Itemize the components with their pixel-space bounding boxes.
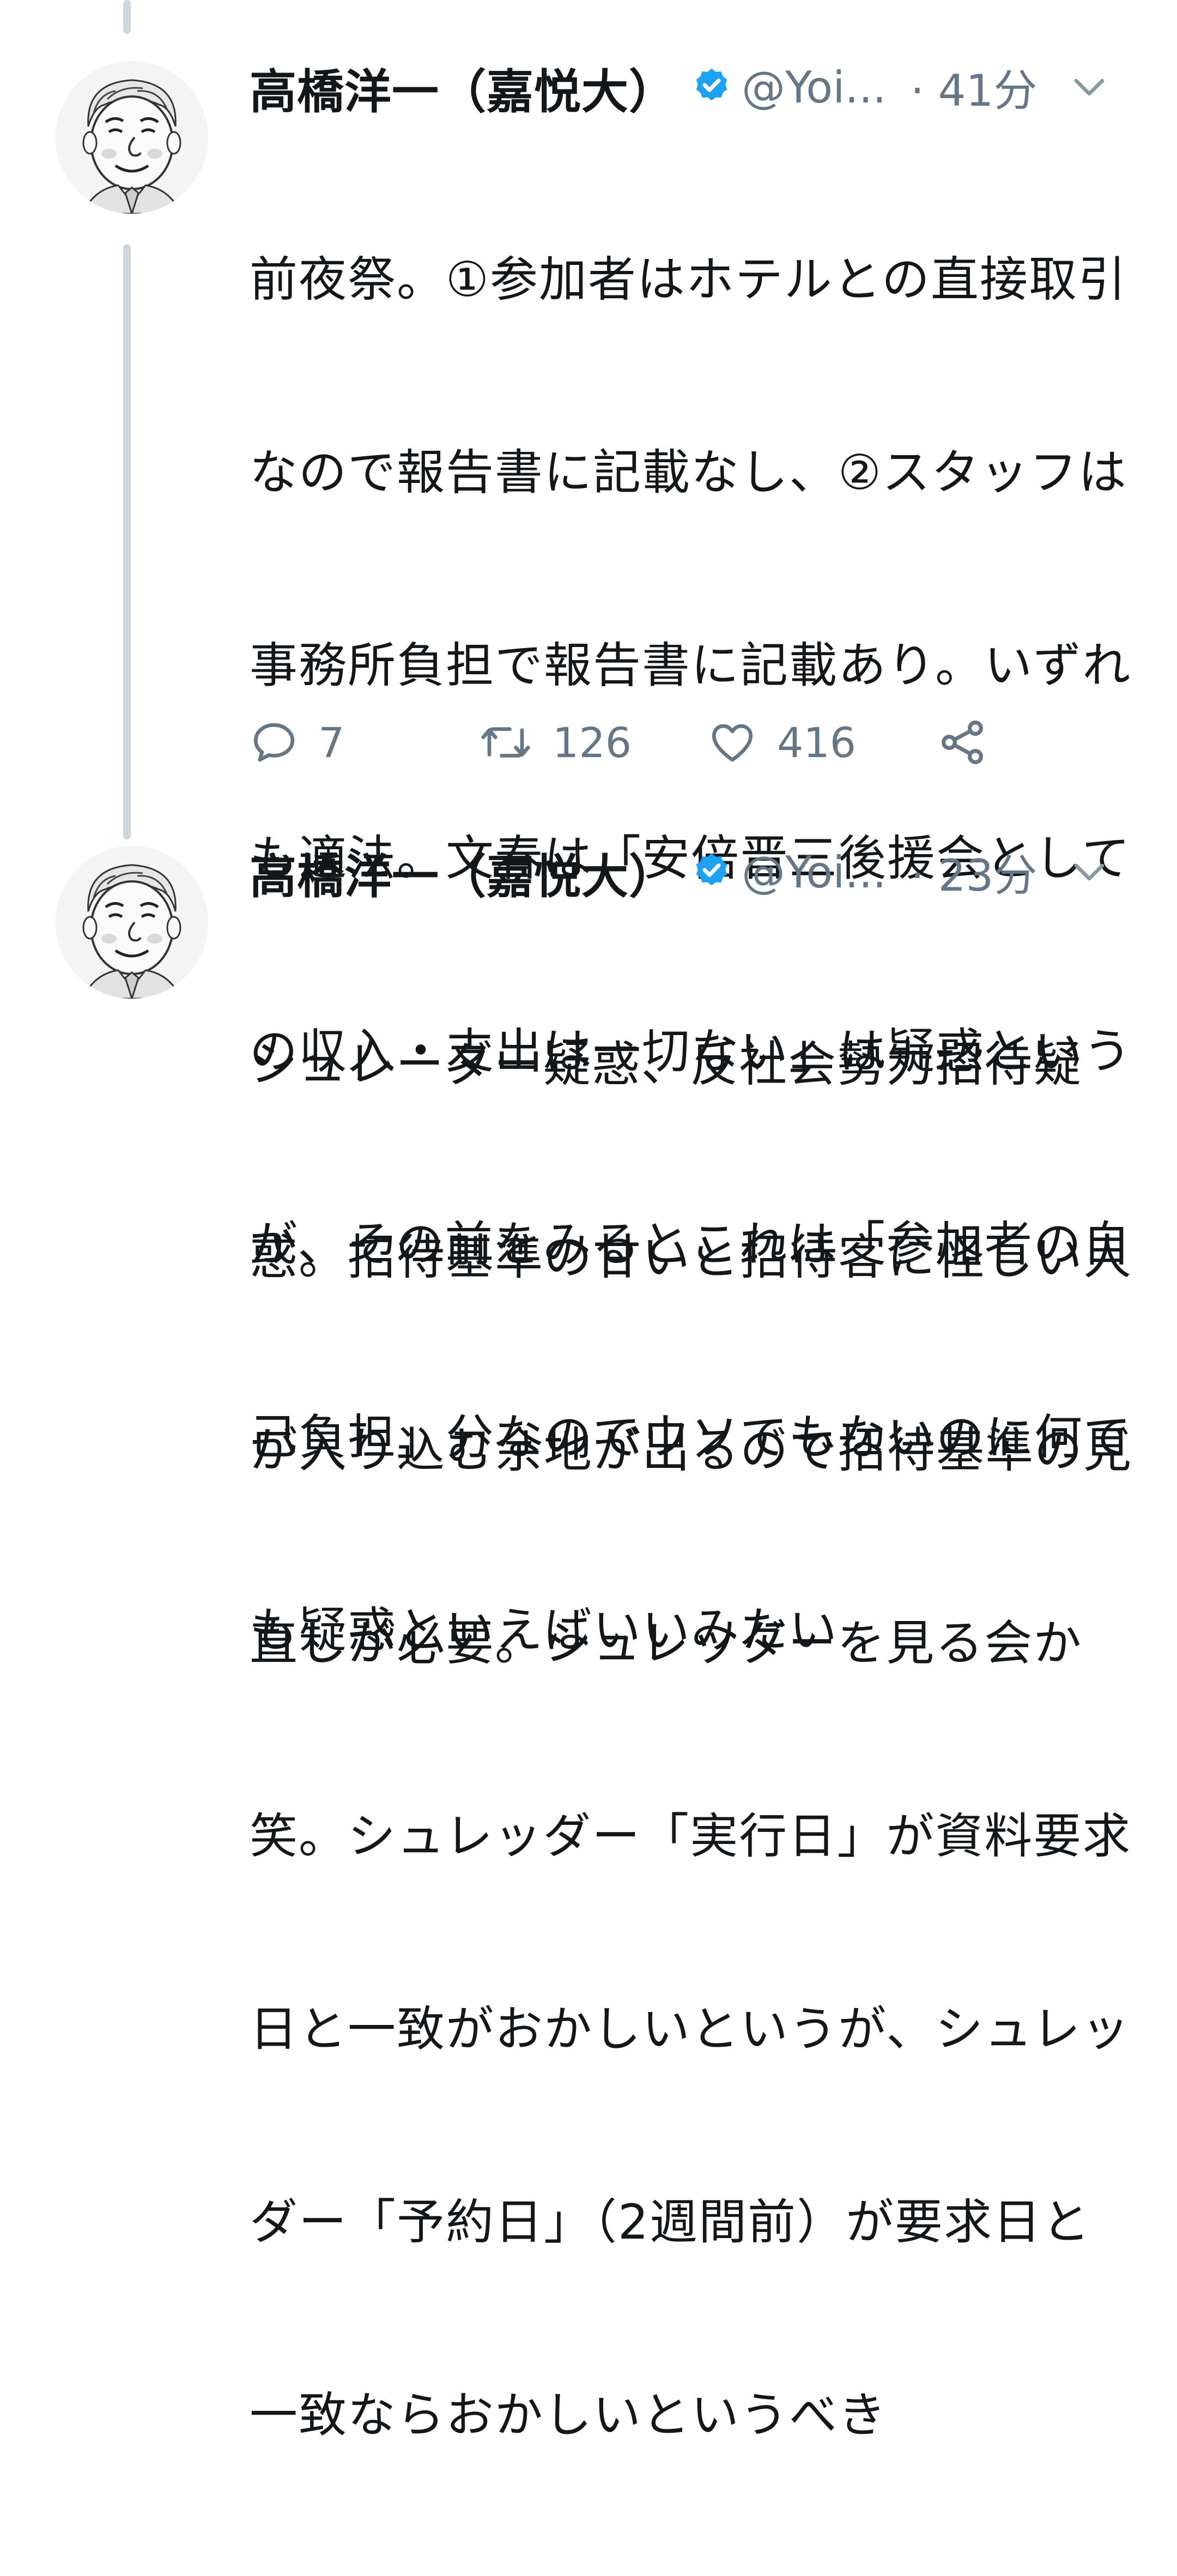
tweet-header: 高橋洋一（嘉悦大） @Yoi... · 41分: [250, 55, 1123, 120]
like-count: 416: [777, 718, 857, 767]
share-button[interactable]: [936, 716, 988, 769]
chevron-down-icon[interactable]: [1070, 68, 1109, 107]
tweet-text-line: 前夜祭。①参加者はホテルとの直接取引: [250, 251, 1127, 307]
share-icon: [942, 721, 983, 764]
tweet-text-line: 惑。招待基準の甘いと招待客に怪しい人: [250, 1229, 1133, 1285]
tweet-text-line: 笑。シュレッダー「実行日」が資料要求: [250, 1808, 1132, 1864]
retweet-button[interactable]: 126: [478, 718, 707, 767]
display-name[interactable]: 高橋洋一（嘉悦大）: [250, 838, 676, 906]
timestamp[interactable]: · 23分: [911, 840, 1038, 904]
tweet-text-line: 事務所負担で報告書に記載あり。いずれ: [250, 637, 1132, 693]
tweet[interactable]: 高橋洋一（嘉悦大） @Yoi... · 41分 前夜祭。①参加者はホテルとの直接…: [0, 0, 1177, 1658]
handle[interactable]: @Yoi...: [742, 62, 887, 113]
tweet-text-line: が入り込む余地が出るので招待基準の見: [250, 1422, 1133, 1478]
reply-icon: [253, 723, 295, 762]
display-name[interactable]: 高橋洋一（嘉悦大）: [250, 53, 676, 122]
tweet-text: シュレーダー疑惑、反社会勢力招待疑 惑。招待基準の甘いと招待客に怪しい人 が入り…: [250, 904, 1143, 2576]
timestamp[interactable]: · 41分: [911, 56, 1038, 119]
tweet-text-line: 直しが必要。シュレッダーを見る会か: [250, 1615, 1083, 1671]
heart-icon: [712, 724, 753, 762]
tweet[interactable]: 高橋洋一（嘉悦大） @Yoi... · 23分 シュレーダー疑惑、反社会勢力招待…: [0, 818, 1177, 2443]
tweet-header: 高橋洋一（嘉悦大） @Yoi... · 23分: [250, 839, 1123, 905]
tweet-text-line: なので報告書に記載なし、②スタッフは: [250, 444, 1127, 500]
verified-badge-icon: [696, 68, 727, 101]
tweet-text-line: 日と一致がおかしいというが、シュレッ: [250, 2001, 1131, 2057]
avatar[interactable]: [56, 846, 208, 999]
chevron-down-icon[interactable]: [1070, 852, 1109, 892]
avatar[interactable]: [56, 61, 208, 214]
reply-button[interactable]: 7: [250, 718, 478, 767]
reply-count: 7: [318, 718, 345, 767]
retweet-count: 126: [553, 718, 632, 767]
tweet-actions: 7 126 416: [250, 710, 988, 775]
verified-badge-icon: [696, 853, 727, 886]
tweet-text-line: ダー「予約日」（2週間前）が要求日と: [250, 2194, 1091, 2250]
handle[interactable]: @Yoi...: [742, 847, 887, 898]
tweet-text-line: 一致ならおかしいというべき: [250, 2387, 888, 2443]
tweet-text-line: シュレーダー疑惑、反社会勢力招待疑: [250, 1036, 1083, 1092]
retweet-icon: [481, 727, 530, 758]
like-button[interactable]: 416: [707, 718, 936, 767]
